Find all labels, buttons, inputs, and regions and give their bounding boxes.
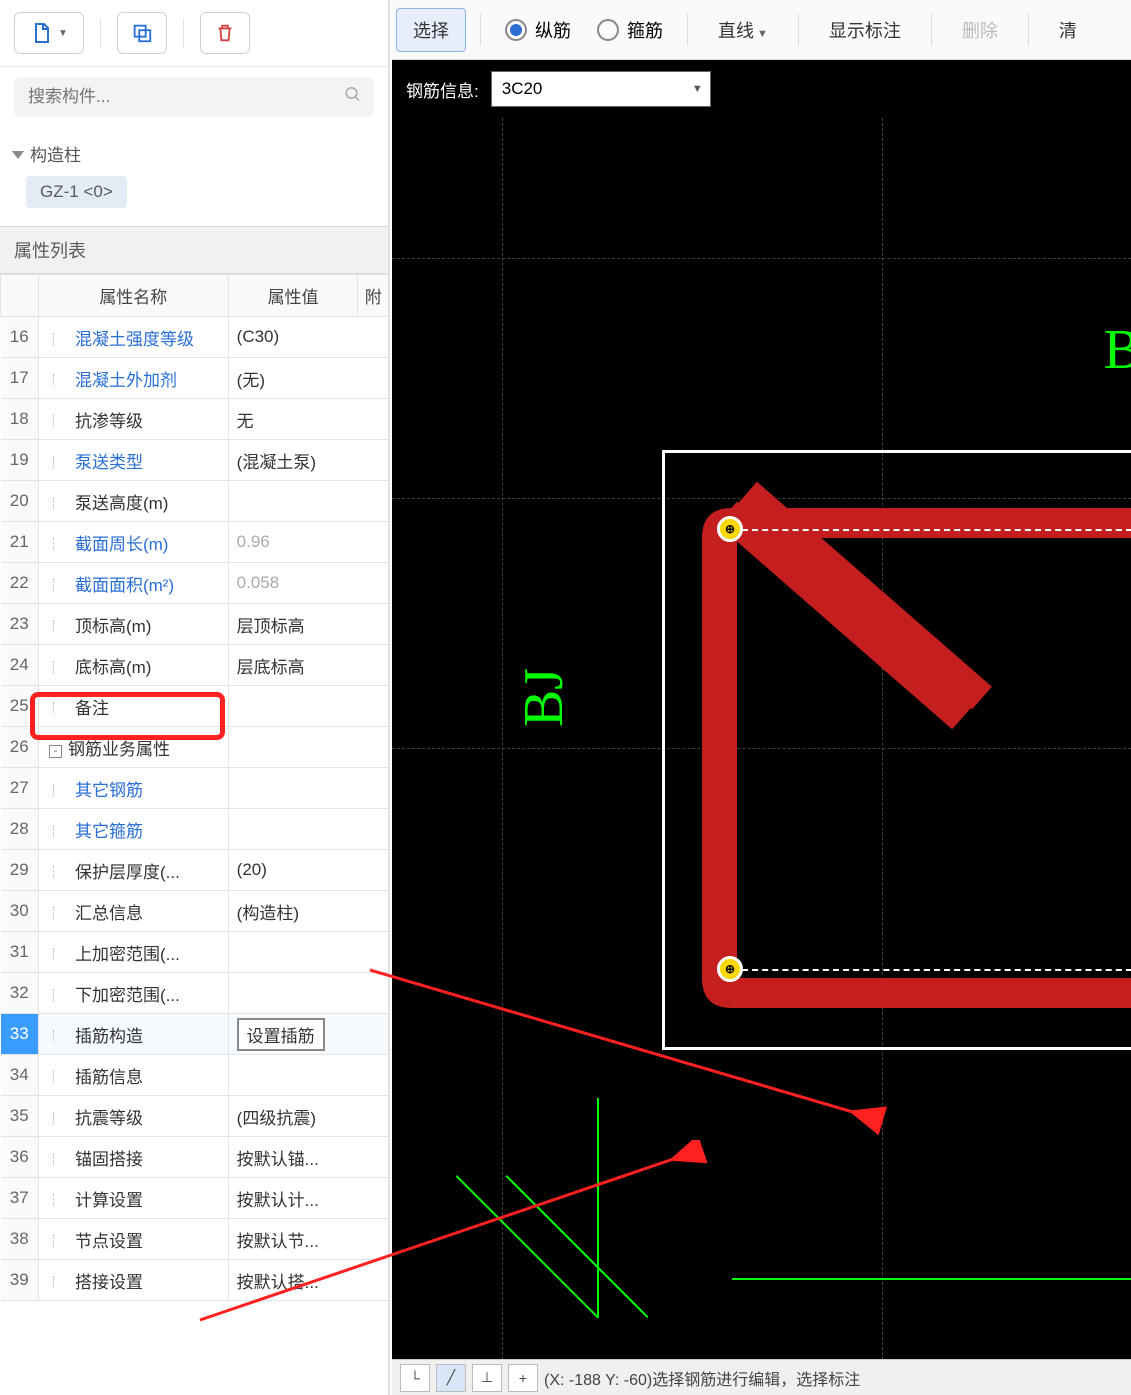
clear-button[interactable]: 清	[1043, 9, 1093, 51]
table-row[interactable]: 30汇总信息(构造柱)	[1, 891, 389, 932]
tree-root-node[interactable]: 构造柱	[6, 137, 374, 176]
left-toolbar: ▼	[0, 0, 388, 67]
radio-longitudinal[interactable]: 纵筋	[505, 17, 571, 43]
dropdown-icon: ▼	[692, 83, 703, 95]
sb-zoom-icon[interactable]: +	[508, 1364, 538, 1392]
copy-button[interactable]	[117, 12, 167, 54]
col-name[interactable]: 属性名称	[38, 275, 228, 317]
table-row[interactable]: 37计算设置按默认计...	[1, 1178, 389, 1219]
table-row[interactable]: 16混凝土强度等级(C30)	[1, 317, 389, 358]
search-icon	[344, 86, 362, 109]
table-row[interactable]: 31上加密范围(...	[1, 932, 389, 973]
stirrup-shape	[682, 478, 1131, 1028]
sb-ortho-icon[interactable]: └	[400, 1364, 430, 1392]
delete-rebar-button[interactable]: 删除	[946, 9, 1014, 51]
table-row[interactable]: 35抗震等级(四级抗震)	[1, 1096, 389, 1137]
tree-child-node[interactable]: GZ-1 <0>	[26, 176, 127, 208]
rebar-node-2[interactable]: ⊕	[717, 956, 743, 982]
table-row[interactable]: 26-钢筋业务属性	[1, 727, 389, 768]
new-button[interactable]: ▼	[14, 12, 84, 54]
rebar-info-label: 钢筋信息:	[406, 77, 479, 102]
component-tree: 构造柱 GZ-1 <0>	[0, 131, 388, 226]
rebar-info-input[interactable]	[491, 71, 711, 107]
table-row[interactable]: 27其它钢筋	[1, 768, 389, 809]
table-row[interactable]: 36锚固搭接按默认锚...	[1, 1137, 389, 1178]
table-row[interactable]: 21截面周长(m)0.96	[1, 522, 389, 563]
table-row[interactable]: 29保护层厚度(...(20)	[1, 850, 389, 891]
table-row[interactable]: 22截面面积(m²)0.058	[1, 563, 389, 604]
select-button[interactable]: 选择	[396, 8, 466, 52]
table-row[interactable]: 32下加密范围(...	[1, 973, 389, 1014]
sb-snap-icon[interactable]: ╱	[436, 1364, 466, 1392]
table-row[interactable]: 28其它箍筋	[1, 809, 389, 850]
status-coords: (X: -188 Y: -60)选择钢筋进行编辑，选择标注	[544, 1366, 860, 1390]
properties-table: 属性名称 属性值 附 16混凝土强度等级(C30)17混凝土外加剂(无)18抗渗…	[0, 274, 388, 1301]
table-row[interactable]: 24底标高(m)层底标高	[1, 645, 389, 686]
table-row[interactable]: 33插筋构造设置插筋	[1, 1014, 389, 1055]
table-row[interactable]: 19泵送类型(混凝土泵)	[1, 440, 389, 481]
radio-on-icon	[505, 19, 527, 41]
copy-icon	[131, 22, 153, 44]
col-att[interactable]: 附	[358, 275, 388, 317]
table-row[interactable]: 23顶标高(m)层顶标高	[1, 604, 389, 645]
drawing-canvas[interactable]: B BJ ⊕ ⊕	[392, 118, 1131, 1395]
delete-button[interactable]	[200, 12, 250, 54]
table-row[interactable]: 25备注	[1, 686, 389, 727]
dropdown-icon: ▼	[58, 28, 68, 39]
trash-icon	[214, 22, 236, 44]
status-bar: └ ╱ ⊥ + (X: -188 Y: -60)选择钢筋进行编辑，选择标注	[392, 1359, 1131, 1395]
table-row[interactable]: 17混凝土外加剂(无)	[1, 358, 389, 399]
right-toolbar: 选择 纵筋 箍筋 直线▼ 显示标注 删除 清	[392, 0, 1131, 60]
search-input[interactable]	[14, 77, 374, 117]
sb-grid-icon[interactable]: ⊥	[472, 1364, 502, 1392]
table-row[interactable]: 20泵送高度(m)	[1, 481, 389, 522]
table-row[interactable]: 39搭接设置按默认搭...	[1, 1260, 389, 1301]
table-row[interactable]: 18抗渗等级无	[1, 399, 389, 440]
table-row[interactable]: 38节点设置按默认节...	[1, 1219, 389, 1260]
rebar-info-bar: 钢筋信息: ▼	[392, 60, 1131, 118]
radio-stirrup[interactable]: 箍筋	[597, 17, 663, 43]
table-row[interactable]: 34插筋信息	[1, 1055, 389, 1096]
search-box	[14, 77, 374, 117]
new-file-icon	[30, 21, 54, 45]
canvas-label-bj: BJ	[512, 668, 576, 727]
caret-down-icon	[12, 151, 24, 159]
rebar-info-combo[interactable]: ▼	[491, 71, 711, 107]
show-label-button[interactable]: 显示标注	[813, 9, 917, 51]
col-num	[1, 275, 39, 317]
canvas-label-b: B	[1104, 318, 1131, 382]
rebar-node-1[interactable]: ⊕	[717, 516, 743, 542]
radio-off-icon	[597, 19, 619, 41]
line-button[interactable]: 直线▼	[702, 9, 784, 51]
col-value[interactable]: 属性值	[228, 275, 358, 317]
properties-header: 属性列表	[0, 226, 388, 274]
